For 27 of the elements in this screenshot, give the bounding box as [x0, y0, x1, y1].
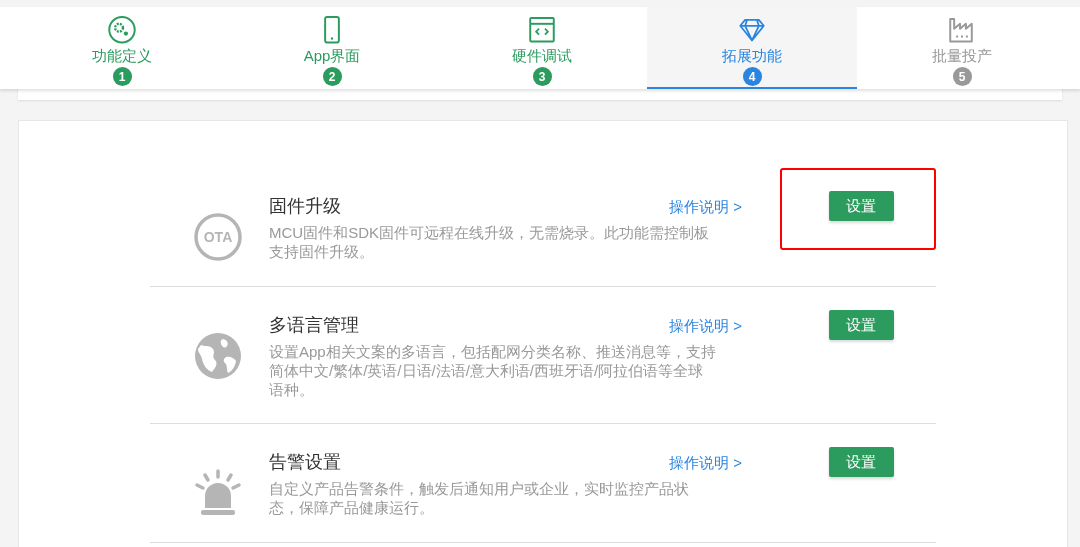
- feature-title: 固件升级: [269, 195, 341, 218]
- code-window-icon: [527, 15, 557, 45]
- instructions-link[interactable]: 操作说明 >: [669, 452, 742, 472]
- feature-description: 设置App相关文案的多语言，包括配网分类名称、推送消息等，支持简体中文/繁体/英语/日语/法语/意大利语/西班牙语/阿拉伯语等全球语种。: [269, 342, 717, 399]
- instructions-link[interactable]: 操作说明 >: [669, 196, 742, 216]
- step-number: 1: [112, 67, 132, 86]
- feature-description: MCU固件和SDK固件可远程在线升级，无需烧录。此功能需控制板支持固件升级。: [269, 223, 710, 261]
- step-number: 2: [322, 67, 342, 86]
- feature-title: 告警设置: [269, 451, 341, 474]
- step-tab[interactable]: 拓展功能 4: [647, 7, 857, 89]
- step-tab[interactable]: 功能定义 1: [17, 7, 227, 89]
- settings-button[interactable]: 设置: [828, 191, 894, 221]
- globe-icon: [193, 331, 243, 381]
- feature-title: 多语言管理: [269, 314, 359, 337]
- step-tab[interactable]: 批量投产 5: [857, 7, 1067, 89]
- step-number: 4: [742, 67, 762, 86]
- gears-icon: [107, 15, 137, 45]
- settings-button[interactable]: 设置: [828, 447, 894, 477]
- step-number: 3: [532, 67, 552, 86]
- settings-button[interactable]: 设置: [828, 310, 894, 340]
- alarm-light-icon: [193, 468, 243, 518]
- instructions-link[interactable]: 操作说明 >: [669, 315, 742, 335]
- step-tab[interactable]: 硬件调试 3: [437, 7, 647, 89]
- step-number: 5: [952, 67, 972, 86]
- step-tab[interactable]: App界面 2: [227, 7, 437, 89]
- feature-description: 自定义产品告警条件，触发后通知用户或企业，实时监控产品状态，保障产品健康运行。: [269, 479, 690, 517]
- ota-icon: OTA: [193, 212, 243, 262]
